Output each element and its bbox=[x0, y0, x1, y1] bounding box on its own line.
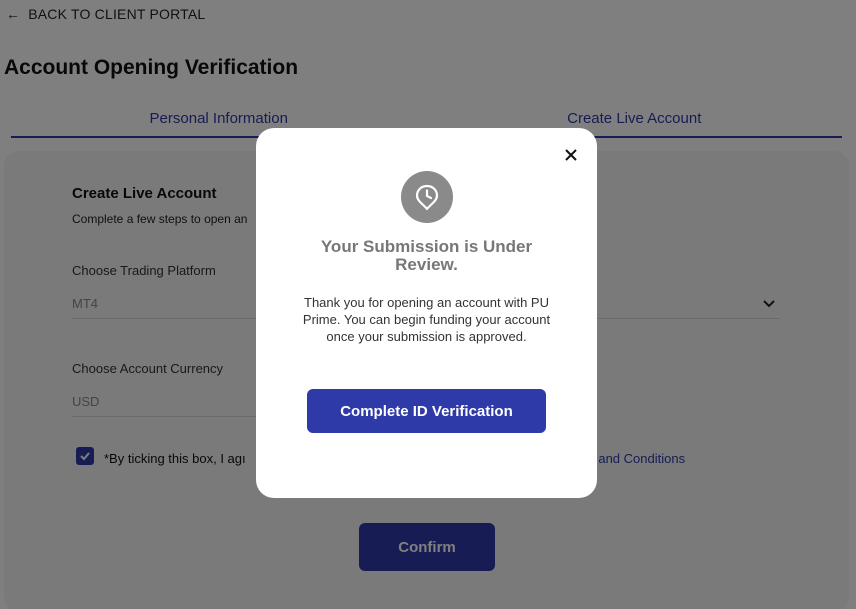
modal-title: Your Submission is Under Review. bbox=[320, 237, 533, 274]
modal-body: Thank you for opening an account with PU… bbox=[302, 295, 551, 344]
submission-modal: Your Submission is Under Review. Thank y… bbox=[256, 128, 597, 498]
clock-pin-icon bbox=[401, 171, 453, 223]
complete-id-verification-button[interactable]: Complete ID Verification bbox=[307, 389, 546, 433]
close-icon[interactable] bbox=[562, 146, 580, 164]
